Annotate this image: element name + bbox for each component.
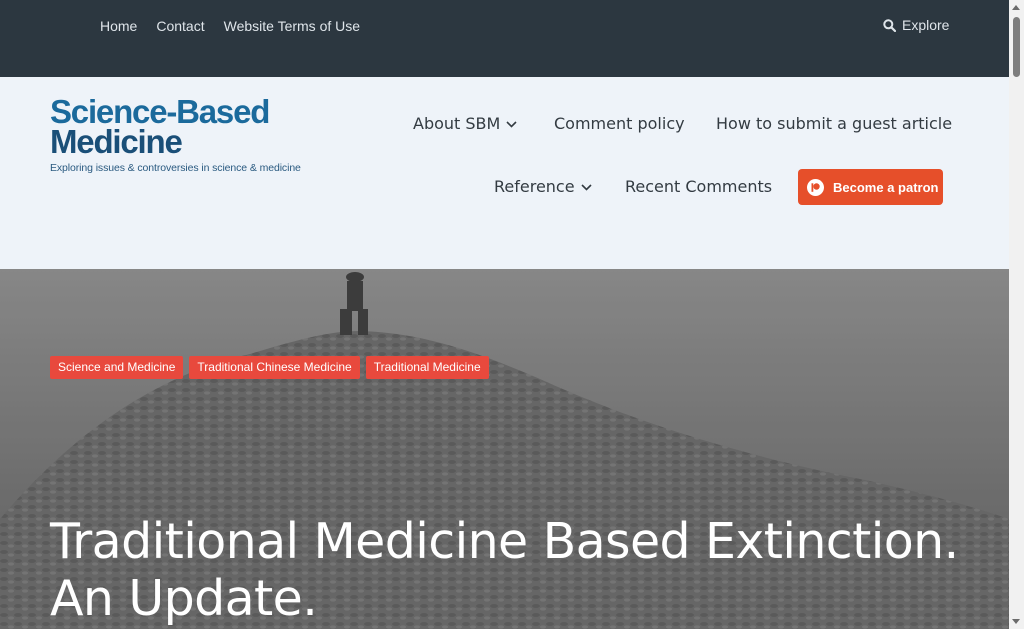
nav-guest-article[interactable]: How to submit a guest article [716,114,952,134]
article-title: Traditional Medicine Based Extinction. A… [50,513,959,627]
top-nav: Home Contact Website Terms of Use [100,17,379,35]
chevron-down-icon [506,121,517,128]
site-logo[interactable]: Science-Based Medicine Exploring issues … [50,95,330,174]
page-scrollbar[interactable] [1009,0,1024,629]
search-icon [883,18,896,32]
chevron-down-icon [581,184,592,191]
category-list: Science and Medicine Traditional Chinese… [50,356,495,379]
category-badge[interactable]: Science and Medicine [50,356,184,379]
scroll-up-arrow-icon[interactable] [1012,5,1020,10]
top-nav-contact[interactable]: Contact [156,17,204,35]
category-badge[interactable]: Traditional Chinese Medicine [189,356,360,379]
explore-button[interactable]: Explore [883,16,949,34]
hero-banner: Science and Medicine Traditional Chinese… [0,269,1009,629]
logo-tagline: Exploring issues & controversies in scie… [50,162,301,174]
nav-reference[interactable]: Reference [494,177,592,197]
logo-line-2: Medicine [50,123,183,160]
nav-recent-comments[interactable]: Recent Comments [625,177,772,197]
patreon-icon [807,178,824,196]
scrollbar-thumb[interactable] [1013,17,1020,77]
nav-comment-policy[interactable]: Comment policy [554,114,685,134]
site-header: Science-Based Medicine Exploring issues … [0,77,1009,269]
category-badge[interactable]: Traditional Medicine [365,356,489,379]
nav-about-sbm[interactable]: About SBM [413,114,517,134]
scroll-down-arrow-icon[interactable] [1012,619,1020,624]
become-patron-button[interactable]: Become a patron [798,169,943,205]
nav-reference-label: Reference [494,177,575,196]
top-nav-home[interactable]: Home [100,17,137,35]
nav-about-sbm-label: About SBM [413,114,501,133]
top-bar: Home Contact Website Terms of Use Explor… [0,0,1009,77]
top-nav-terms[interactable]: Website Terms of Use [224,17,360,35]
patron-label: Become a patron [833,179,939,195]
explore-label: Explore [902,17,950,33]
